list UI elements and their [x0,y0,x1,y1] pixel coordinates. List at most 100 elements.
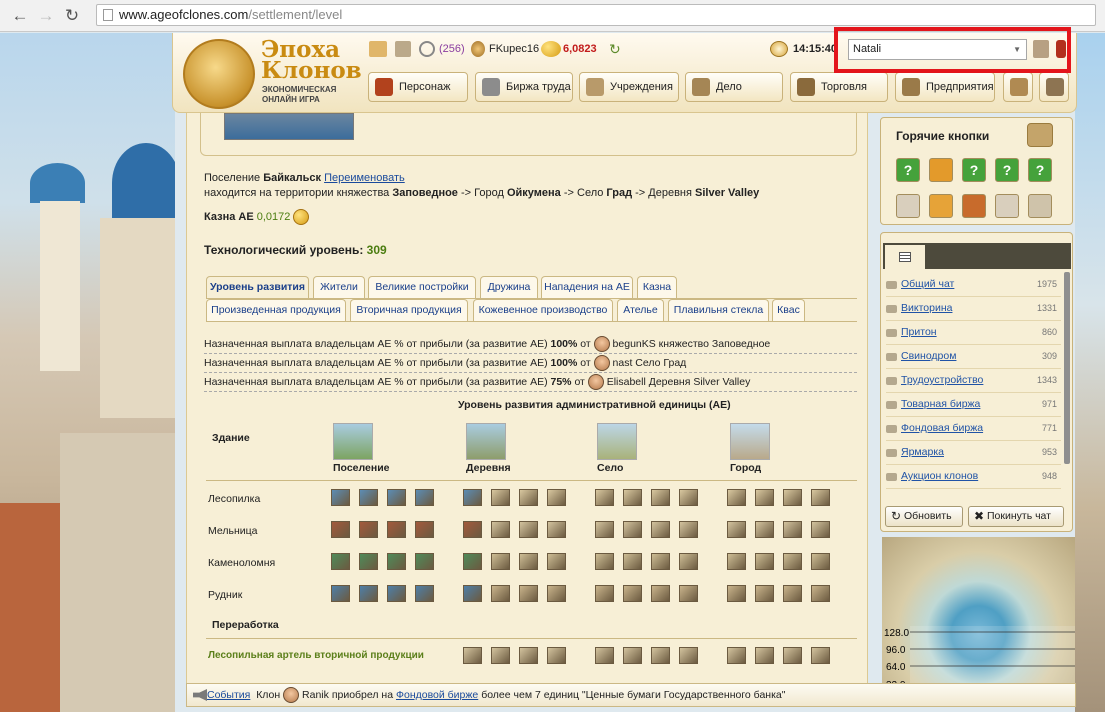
address-bar[interactable]: www.ageofclones.com/settlement/level [96,4,1096,26]
leave-chat-button[interactable]: ✖ Покинуть чат [968,506,1064,527]
building-icon [811,647,830,664]
tab-kvass[interactable]: Квас [772,299,805,321]
building-icon [783,647,802,664]
building-icon [727,585,746,602]
chat-room-name[interactable]: Викторина [901,297,952,320]
chat-room-item[interactable]: Общий чат 1975 [886,273,1061,297]
tab-treasury[interactable]: Казна [637,276,677,298]
chat-bubble-icon [886,377,897,385]
menu-enterprises-button[interactable]: Предприятия [895,72,995,102]
hotkey-4[interactable]: ? [995,158,1019,182]
menu-labor-exchange-button[interactable]: Биржа труда [475,72,573,102]
building-icon [651,585,670,602]
tab-attacks[interactable]: Нападения на АЕ [541,276,633,298]
hotkey-lion-icon[interactable] [929,158,953,182]
building-icon [811,489,830,506]
chat-room-name[interactable]: Притон [901,321,937,344]
hotkey-3[interactable]: ? [962,158,986,182]
chat-room-count: 1343 [1036,375,1057,385]
chat-room-name[interactable]: Общий чат [901,273,954,296]
tab-leather-production[interactable]: Кожевенное производство [473,299,613,321]
tab-squad[interactable]: Дружина [480,276,538,298]
payout-row: Назначенная выплата владельцам АЕ % от п… [204,354,857,373]
chat-room-item[interactable]: Аукцион клонов 948 [886,465,1061,489]
hotkey-5[interactable]: ? [1028,158,1052,182]
gear-icon[interactable] [1027,123,1053,147]
chat-room-item[interactable]: Ярмарка 953 [886,441,1061,465]
background-scenery-left [0,33,175,712]
building-icon [519,647,538,664]
chat-room-count: 309 [1041,351,1057,361]
building-icon [586,78,604,96]
chat-room-item[interactable]: Товарная биржа 971 [886,393,1061,417]
tech-level: Технологический уровень: 309 [204,243,387,257]
chat-scrollbar[interactable] [1064,272,1070,464]
tab-residents[interactable]: Жители [313,276,365,298]
tab-development-level[interactable]: Уровень развития [206,276,309,298]
building-icon [727,521,746,538]
user-name[interactable]: FKupec16 [489,41,539,57]
hotkey-1[interactable]: ? [896,158,920,182]
menu-settings-button[interactable] [1003,72,1033,102]
back-icon[interactable]: ← [10,6,30,26]
menu-character-button[interactable]: Персонаж [368,72,468,102]
building-icon [547,585,566,602]
avatar [593,336,610,353]
chat-room-item[interactable]: Трудоустройство 1343 [886,369,1061,393]
building-icon [519,553,538,570]
refresh-chat-button[interactable]: ↻ Обновить [885,506,963,527]
tab-glass-smelting[interactable]: Плавильня стекла [668,299,769,321]
chat-room-name[interactable]: Ярмарка [901,441,944,464]
building-icon [491,585,510,602]
home-icon [1046,78,1064,96]
chat-room-name[interactable]: Свинодром [901,345,956,368]
building-icon [331,585,350,602]
hotkey-house-icon[interactable] [995,194,1019,218]
settlement-title: Поселение Байкальск Переименовать [204,172,405,184]
hotkey-bag-icon[interactable] [962,194,986,218]
forward-icon[interactable]: → [36,6,56,26]
table-divider [206,638,857,639]
menu-business-button[interactable]: Дело [685,72,783,102]
tab-atelier[interactable]: Ателье [617,299,664,321]
chat-room-count: 948 [1041,471,1057,481]
tab-great-buildings[interactable]: Великие постройки [368,276,476,298]
menu-trade-button[interactable]: Торговля [790,72,888,102]
chat-room-name[interactable]: Товарная биржа [901,393,980,416]
logo-title[interactable]: Эпоха Клонов [261,38,362,82]
building-icon [595,647,614,664]
events-link[interactable]: События [207,689,250,701]
processing-section: Переработка [212,619,279,631]
avatar [283,687,300,704]
tab-secondary-goods[interactable]: Вторичная продукция [350,299,468,321]
building-icon [387,521,406,538]
mail-count[interactable]: (256) [439,41,465,57]
reload-icon[interactable]: ↻ [62,6,82,26]
chat-list-tab[interactable] [885,245,925,269]
chat-room-item[interactable]: Притон 860 [886,321,1061,345]
building-icon [547,521,566,538]
levels-title: Уровень развития административной единиц… [458,399,731,411]
chat-room-name[interactable]: Аукцион клонов [901,465,978,488]
documents-icon[interactable] [395,41,411,57]
chat-room-item[interactable]: Викторина 1331 [886,297,1061,321]
search-icon[interactable] [419,41,435,57]
hotkey-worker-icon[interactable] [896,194,920,218]
menu-home-button[interactable] [1039,72,1069,102]
village-level-icon [597,423,637,460]
chat-room-item[interactable]: Фондовая биржа 771 [886,417,1061,441]
clone-logo-icon[interactable] [183,39,255,109]
mail-icon[interactable] [369,41,387,57]
stock-exchange-link[interactable]: Фондовой бирже [396,689,478,701]
rename-link[interactable]: Переименовать [324,172,405,184]
hotkey-pickaxe-icon[interactable] [1028,194,1052,218]
chat-room-name[interactable]: Трудоустройство [901,369,983,392]
refresh-gold-icon[interactable]: ↻ [609,41,621,57]
building-icon [755,489,774,506]
tab-produced-goods[interactable]: Произведенная продукция [206,299,346,321]
hotkey-field-icon[interactable] [929,194,953,218]
menu-institutions-button[interactable]: Учреждения [579,72,679,102]
building-icon [415,489,434,506]
chat-room-item[interactable]: Свинодром 309 [886,345,1061,369]
chat-room-name[interactable]: Фондовая биржа [901,417,983,440]
